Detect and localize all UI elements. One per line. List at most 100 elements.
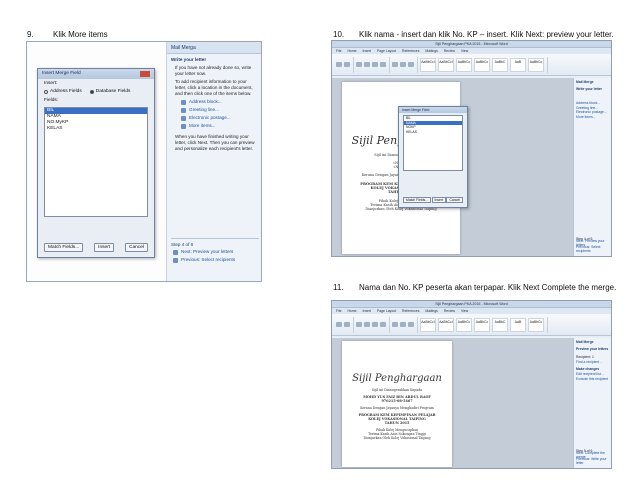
cancel-button[interactable]: Cancel — [125, 243, 148, 252]
radio-database-fields[interactable]: Database Fields — [89, 89, 130, 95]
line-spacing-icon[interactable] — [408, 322, 414, 327]
insert-label: Insert: — [44, 81, 58, 86]
pane-step-area: Step 4 of 6 Next: Preview your letters P… — [171, 238, 259, 264]
radio-address-fields[interactable]: Address Fields — [44, 89, 82, 95]
close-icon[interactable] — [140, 71, 150, 77]
cancel-button[interactable]: Cancel — [446, 197, 463, 203]
radio-icon — [44, 90, 48, 94]
arrow-left-icon — [173, 257, 178, 263]
style-heading-1[interactable]: AaBbCc — [456, 317, 472, 332]
cut-icon[interactable] — [344, 62, 350, 67]
tab-mailings[interactable]: Mailings — [425, 48, 437, 54]
tab-file[interactable]: File — [336, 48, 341, 54]
insert-merge-field-dialog: Insert Merge Field BIL NAMA NOKP KELAS M… — [398, 106, 468, 208]
pane-title: Mail Merga — [167, 42, 261, 54]
electronic-postage-link[interactable]: Electronic postage... — [167, 114, 261, 122]
underline-icon[interactable] — [372, 322, 378, 327]
address-block-link[interactable]: Address block... — [167, 98, 261, 106]
style-subtitle[interactable]: AaB — [510, 317, 526, 332]
style-title[interactable]: AaBbC — [492, 317, 508, 332]
list-item[interactable]: KELAS — [404, 130, 462, 135]
style-emphasis[interactable]: AaBbCc — [528, 57, 544, 72]
previous-step-link[interactable]: Previous: Select recipients — [576, 245, 611, 254]
style-title[interactable]: AaBbC — [492, 57, 508, 72]
font-color-icon[interactable] — [380, 62, 386, 67]
style-normal[interactable]: AaBbCcI — [420, 317, 436, 332]
paste-icon[interactable] — [336, 322, 342, 327]
style-no-spacing[interactable]: AaBbCcI — [438, 57, 454, 72]
radio-icon — [89, 90, 94, 94]
tab-insert[interactable]: Insert — [363, 48, 371, 54]
tab-home[interactable]: Home — [347, 308, 356, 314]
tab-view[interactable]: View — [461, 308, 468, 314]
step-text: Klik nama - insert dan klik No. KP – ins… — [359, 30, 614, 39]
tab-view[interactable]: View — [461, 48, 468, 54]
next-step-link[interactable]: Next: Preview your letters — [171, 248, 259, 256]
greeting-line-link[interactable]: Greeting line... — [167, 106, 261, 114]
style-normal[interactable]: AaBbCcI — [420, 57, 436, 72]
certificate-line: Kerana Dengan Jayanya Menghadiri Program — [360, 406, 434, 410]
underline-icon[interactable] — [372, 62, 378, 67]
bold-icon[interactable] — [356, 62, 362, 67]
tab-home[interactable]: Home — [347, 48, 356, 54]
tab-file[interactable]: File — [336, 308, 341, 314]
mail-merge-pane: Mail Merga Write your letter If you have… — [167, 42, 261, 281]
previous-step-link[interactable]: Previous: Write your letter — [576, 457, 611, 466]
insert-button[interactable]: Insert — [94, 243, 115, 252]
tab-references[interactable]: References — [402, 308, 419, 314]
tab-page-layout[interactable]: Page Layout — [377, 48, 396, 54]
font-color-icon[interactable] — [380, 322, 386, 327]
tab-review[interactable]: Review — [444, 308, 455, 314]
italic-icon[interactable] — [364, 62, 370, 67]
fields-list[interactable]: BIL NAMA NO.MyKP KELAS — [44, 107, 148, 217]
italic-icon[interactable] — [364, 322, 370, 327]
find-recipient-link[interactable]: Find a recipient... — [576, 360, 609, 365]
ribbon: AaBbCcI AaBbCcI AaBbCc AaBbCc AaBbC AaB … — [332, 54, 611, 76]
paragraph-group — [392, 316, 418, 333]
bullets-icon[interactable] — [392, 322, 398, 327]
link-label: Next: Preview your letters — [181, 249, 234, 254]
more-items-link[interactable]: More items... — [167, 122, 261, 130]
fields-label: Fields: — [44, 98, 59, 103]
tab-page-layout[interactable]: Page Layout — [377, 308, 396, 314]
tab-review[interactable]: Review — [444, 48, 455, 54]
style-heading-2[interactable]: AaBbCc — [474, 57, 490, 72]
style-heading-1[interactable]: AaBbCc — [456, 57, 472, 72]
bullets-icon[interactable] — [392, 62, 398, 67]
tab-references[interactable]: References — [402, 48, 419, 54]
styles-group: AaBbCcI AaBbCcI AaBbCc AaBbCc AaBbC AaB … — [420, 316, 548, 333]
previous-step-link[interactable]: Previous: Select recipients — [171, 256, 259, 264]
style-emphasis[interactable]: AaBbCc — [528, 317, 544, 332]
style-heading-2[interactable]: AaBbCc — [474, 317, 490, 332]
exclude-recipient-button[interactable]: Exclude this recipient — [576, 377, 609, 382]
window-title: Sijil Penghargaan PKA 2015 - Microsoft W… — [332, 41, 611, 48]
radio-label: Address Fields — [50, 89, 82, 94]
style-subtitle[interactable]: AaB — [510, 57, 526, 72]
paste-icon[interactable] — [336, 62, 342, 67]
list-item[interactable]: KELAS — [45, 126, 147, 132]
match-fields-button[interactable]: Match Fields... — [403, 197, 432, 203]
screenshot-word-merge-fields: Sijil Penghargaan PKA 2015 - Microsoft W… — [331, 40, 612, 257]
insert-button[interactable]: Insert — [431, 197, 446, 203]
match-fields-button[interactable]: Match Fields... — [44, 243, 84, 252]
bold-icon[interactable] — [356, 322, 362, 327]
line-spacing-icon[interactable] — [408, 62, 414, 67]
document-area: Sijil Penghargaan Sijil ini Dianugerahka… — [332, 78, 573, 256]
cut-icon[interactable] — [344, 322, 350, 327]
certificate-page[interactable]: Sijil Penghargaan Sijil ini Dianugerahka… — [342, 341, 452, 467]
tab-insert[interactable]: Insert — [363, 308, 371, 314]
style-no-spacing[interactable]: AaBbCcI — [438, 317, 454, 332]
arrow-right-icon — [173, 249, 178, 255]
tab-mailings[interactable]: Mailings — [425, 308, 437, 314]
align-center-icon[interactable] — [400, 322, 406, 327]
pane-add-info-text: To add recipient information to your let… — [175, 79, 253, 96]
pane-title: Mail Merge — [576, 80, 594, 84]
pane-section-title: Write your letter — [576, 86, 602, 91]
more-items-link[interactable]: More items... — [576, 115, 609, 120]
align-center-icon[interactable] — [400, 62, 406, 67]
certificate-line: Sijil ini Dianugerahkan Kepada — [371, 388, 423, 392]
styles-group: AaBbCcI AaBbCcI AaBbCc AaBbCc AaBbC AaB … — [420, 56, 548, 73]
dialog-title: Insert Merge Field — [42, 71, 81, 76]
fields-list[interactable]: BIL NAMA NOKP KELAS — [403, 115, 463, 171]
pane-section-title: Write your letter — [171, 57, 207, 62]
